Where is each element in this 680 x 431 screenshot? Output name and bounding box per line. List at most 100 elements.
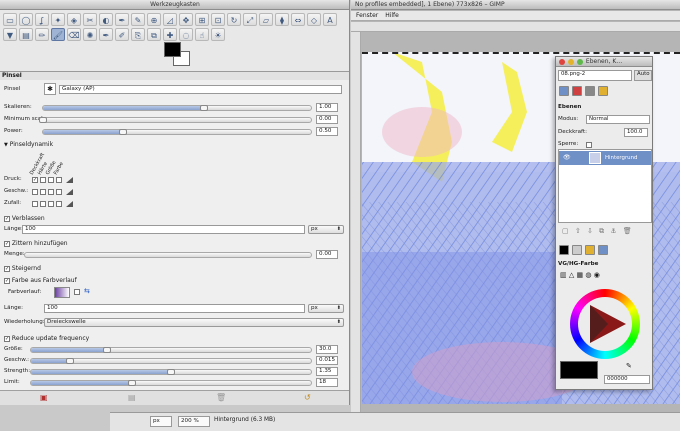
text-tool-icon[interactable]: A: [323, 13, 337, 26]
cage-tool-icon[interactable]: ◇: [307, 13, 321, 26]
dynamics-checkbox[interactable]: [48, 177, 54, 183]
menu-fenster[interactable]: Fenster: [356, 12, 378, 19]
strength-slider[interactable]: [30, 369, 312, 375]
scale-spin[interactable]: 1.00: [316, 103, 338, 112]
dynamics-checkbox[interactable]: [32, 189, 38, 195]
gradient-unit-select[interactable]: px ⬍: [308, 304, 344, 313]
heal-tool-icon[interactable]: ✚: [163, 28, 177, 41]
power-spin[interactable]: 0.50: [316, 127, 338, 136]
color-picker-tool-icon[interactable]: ✎: [131, 13, 145, 26]
channels-tab-icon[interactable]: [572, 86, 582, 96]
brush-name-field[interactable]: Galaxy (AP): [59, 85, 342, 94]
undo-tab-icon[interactable]: [598, 86, 608, 96]
size-slider[interactable]: [30, 347, 312, 353]
patterns-tab-icon[interactable]: [585, 245, 595, 255]
brushes-tab-icon[interactable]: [572, 245, 582, 255]
jitter-checkbox[interactable]: ✓: [4, 240, 10, 247]
measure-tool-icon[interactable]: ◿: [163, 13, 177, 26]
power-slider[interactable]: [42, 129, 312, 135]
min-scale-spin[interactable]: 0.00: [316, 115, 338, 124]
opacity-spin[interactable]: 100.0: [624, 128, 648, 137]
dynamics-checkbox[interactable]: [40, 177, 46, 183]
mypaint-tool-icon[interactable]: ✐: [115, 28, 129, 41]
fg-bg-colors[interactable]: [164, 42, 190, 66]
fade-checkbox[interactable]: ✓: [4, 215, 10, 222]
zoom-icon[interactable]: [577, 59, 583, 65]
fgbg-tab-icon[interactable]: [559, 245, 569, 255]
dynamics-checkbox[interactable]: [40, 201, 46, 207]
amount-slider[interactable]: [24, 252, 312, 258]
foreground-color-swatch[interactable]: [164, 42, 181, 57]
dynamics-checkbox[interactable]: [56, 189, 62, 195]
fade-unit-select[interactable]: px ⬍: [308, 225, 344, 234]
fade-length-field[interactable]: 100: [22, 225, 305, 234]
rect-select-tool-icon[interactable]: ▭: [3, 13, 17, 26]
current-color-swatch[interactable]: [560, 361, 598, 379]
anchor-icon[interactable]: ⚓: [610, 227, 616, 235]
align-tool-icon[interactable]: ⊞: [195, 13, 209, 26]
eraser-tool-icon[interactable]: ⌫: [67, 28, 81, 41]
flip-tool-icon[interactable]: ⇔: [291, 13, 305, 26]
horizontal-ruler[interactable]: [351, 22, 680, 32]
eyedropper-icon[interactable]: ✎: [626, 362, 632, 370]
dynamics-checkbox[interactable]: [56, 177, 62, 183]
increase-row[interactable]: ✓ Steigernd: [4, 264, 41, 273]
foreground-select-tool-icon[interactable]: ◐: [99, 13, 113, 26]
image-titlebar[interactable]: No profiles embedded], 1 Ebene) 773x826 …: [351, 0, 680, 10]
perspective-clone-tool-icon[interactable]: ⧉: [147, 28, 161, 41]
shear-tool-icon[interactable]: ▱: [259, 13, 273, 26]
rotate-tool-icon[interactable]: ↻: [227, 13, 241, 26]
fade-row[interactable]: ✓ Verblassen: [4, 214, 45, 223]
cmyk-icon[interactable]: ▦: [576, 271, 583, 279]
lock-pixels-checkbox[interactable]: [586, 142, 592, 148]
restore-options-icon[interactable]: ▤: [128, 393, 136, 402]
save-options-icon[interactable]: ▣: [40, 393, 48, 402]
curve-icon[interactable]: [66, 189, 73, 195]
brush-preview-icon[interactable]: ✱: [44, 83, 56, 95]
size-spin[interactable]: 30.0: [316, 345, 338, 354]
slider-knob[interactable]: [119, 129, 128, 135]
move-tool-icon[interactable]: ✥: [179, 13, 193, 26]
image-select[interactable]: 08.png-2: [558, 70, 632, 81]
hex-color-field[interactable]: 000000: [604, 375, 650, 384]
gradient-color-row[interactable]: ✓ Farbe aus Farbverlauf: [4, 276, 77, 285]
layer-row[interactable]: 👁 Hintergrund: [559, 151, 651, 165]
duplicate-layer-icon[interactable]: ⧉: [599, 227, 604, 235]
slider-knob[interactable]: [66, 358, 75, 364]
gradient-reverse-checkbox[interactable]: [74, 289, 80, 295]
smudge-tool-icon[interactable]: ☝: [195, 28, 209, 41]
slider-knob[interactable]: [199, 105, 208, 111]
close-icon[interactable]: [559, 59, 565, 65]
jitter-row[interactable]: ✓ Zittern hinzufügen: [4, 239, 68, 248]
perspective-tool-icon[interactable]: ⧫: [275, 13, 289, 26]
limit-spin[interactable]: 18: [316, 378, 338, 387]
pencil-tool-icon[interactable]: ✏: [35, 28, 49, 41]
link-icon[interactable]: ⇆: [84, 287, 90, 296]
minimize-icon[interactable]: [568, 59, 574, 65]
delete-layer-icon[interactable]: 🗑: [623, 227, 632, 235]
lower-layer-icon[interactable]: ⇩: [587, 227, 593, 235]
new-layer-icon[interactable]: ▢: [562, 227, 569, 235]
slider-knob[interactable]: [167, 369, 175, 375]
reduce-row[interactable]: ✓ Reduce update frequency: [4, 334, 89, 343]
vertical-ruler[interactable]: [351, 32, 361, 412]
amount-spin[interactable]: 0.00: [316, 250, 338, 259]
paths-tool-icon[interactable]: ✒: [115, 13, 129, 26]
airbrush-tool-icon[interactable]: ✺: [83, 28, 97, 41]
scale-slider[interactable]: [42, 105, 312, 111]
unit-select[interactable]: px: [150, 416, 172, 427]
raise-layer-icon[interactable]: ⇧: [575, 227, 581, 235]
ellipse-select-tool-icon[interactable]: ◯: [19, 13, 33, 26]
scissors-tool-icon[interactable]: ✂: [83, 13, 97, 26]
dynamics-checkbox[interactable]: ✓: [32, 177, 38, 183]
color-triangle[interactable]: [578, 297, 632, 351]
dynamics-checkbox[interactable]: [56, 201, 62, 207]
layers-tab-icon[interactable]: [559, 86, 569, 96]
clone-tool-icon[interactable]: ⎘: [131, 28, 145, 41]
layers-titlebar[interactable]: Ebenen, K…: [556, 57, 652, 67]
blur-tool-icon[interactable]: ◌: [179, 28, 193, 41]
curve-icon[interactable]: [66, 177, 73, 183]
speed-spin[interactable]: 0.015: [316, 356, 338, 365]
mode-select[interactable]: Normal: [586, 115, 650, 124]
dodge-tool-icon[interactable]: ☀: [211, 28, 225, 41]
